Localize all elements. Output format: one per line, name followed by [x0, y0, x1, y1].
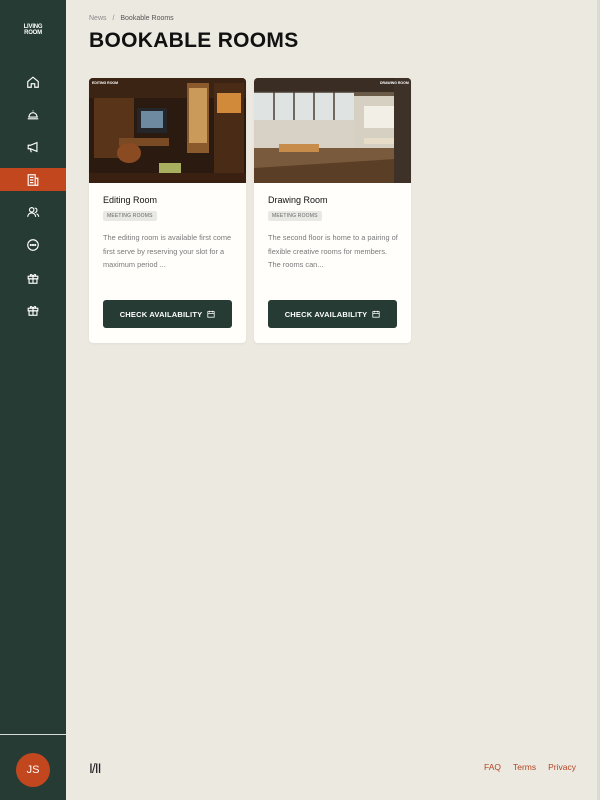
footer-link-privacy[interactable]: Privacy: [548, 762, 576, 772]
room-title[interactable]: Editing Room: [103, 195, 157, 205]
sidebar: LIVING ROOM JS: [0, 0, 66, 800]
app-logo[interactable]: LIVING ROOM: [0, 24, 66, 36]
footer-logo[interactable]: I/II: [89, 760, 102, 776]
room-category-tag: MEETING ROOMS: [103, 211, 157, 221]
room-description: The second floor is home to a pairing of…: [268, 233, 398, 269]
calendar-icon: [372, 310, 380, 318]
room-image-label: EDITING ROOM: [92, 81, 119, 85]
megaphone-icon: [27, 141, 38, 152]
gift-icon: [27, 273, 39, 284]
breadcrumb-current: Bookable Rooms: [120, 15, 174, 22]
room-card-editing[interactable]: EDITING ROOM Editing Room MEETING ROOMS …: [89, 78, 246, 343]
rooms-icon: [27, 173, 39, 186]
room-card-drawing[interactable]: DRAWING ROOM Drawing Room MEETING ROOMS …: [254, 78, 411, 343]
breadcrumb: News / Bookable Rooms: [89, 15, 174, 22]
room-image-label: DRAWING ROOM: [380, 81, 409, 85]
editing-room-photo: [89, 78, 246, 183]
members-icon: [27, 206, 40, 217]
drawing-room-photo: [254, 78, 411, 183]
sidebar-item-services[interactable]: [0, 102, 66, 125]
footer-links: FAQ Terms Privacy: [484, 762, 576, 772]
chat-icon: [27, 238, 39, 251]
sidebar-item-rooms[interactable]: [0, 168, 66, 191]
check-availability-label: CHECK AVAILABILITY: [119, 309, 203, 319]
room-description: The editing room is available first come…: [103, 233, 232, 269]
logo-line-2: ROOM: [24, 30, 42, 36]
gift-icon: [27, 305, 39, 316]
page-title: BOOKABLE ROOMS: [89, 29, 299, 52]
room-title[interactable]: Drawing Room: [268, 195, 328, 205]
check-availability-button[interactable]: CHECK AVAILABILITY: [268, 300, 397, 328]
cloche-icon: [27, 110, 39, 119]
footer-link-terms[interactable]: Terms: [513, 762, 536, 772]
check-availability-button[interactable]: CHECK AVAILABILITY: [103, 300, 232, 328]
sidebar-divider: [0, 734, 66, 735]
sidebar-item-home[interactable]: [0, 70, 66, 93]
breadcrumb-news-link[interactable]: News: [89, 15, 107, 22]
sidebar-item-chat[interactable]: [0, 233, 66, 256]
sidebar-item-members[interactable]: [0, 200, 66, 223]
sidebar-item-perks[interactable]: [0, 266, 66, 289]
breadcrumb-separator: /: [112, 15, 115, 22]
check-availability-label: CHECK AVAILABILITY: [284, 309, 368, 319]
sidebar-item-announcements[interactable]: [0, 135, 66, 158]
calendar-icon: [207, 310, 215, 318]
room-image[interactable]: DRAWING ROOM: [254, 78, 411, 183]
footer-link-faq[interactable]: FAQ: [484, 762, 501, 772]
room-category-tag: MEETING ROOMS: [268, 211, 322, 221]
sidebar-item-rewards[interactable]: [0, 298, 66, 321]
home-icon: [27, 75, 39, 88]
user-avatar[interactable]: JS: [16, 753, 50, 787]
room-image[interactable]: EDITING ROOM: [89, 78, 246, 183]
